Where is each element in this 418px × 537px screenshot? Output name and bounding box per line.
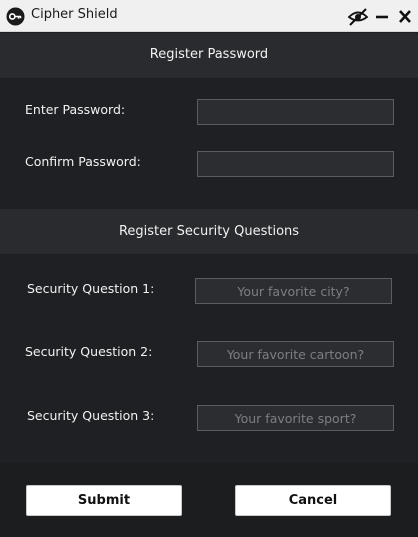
confirm-password-field[interactable] xyxy=(197,151,394,177)
enter-password-field[interactable] xyxy=(197,99,394,125)
enter-password-label: Enter Password: xyxy=(25,102,126,117)
security-questions-header: Register Security Questions xyxy=(0,209,418,254)
close-icon[interactable] xyxy=(397,7,413,26)
security-question-3-label: Security Question 3: xyxy=(27,408,155,423)
title-bar: Cipher Shield xyxy=(0,0,418,32)
security-question-3-field[interactable] xyxy=(197,405,394,431)
security-question-1-label: Security Question 1: xyxy=(27,281,155,296)
register-password-header: Register Password xyxy=(0,33,418,78)
security-question-2-field[interactable] xyxy=(197,341,394,367)
key-icon xyxy=(6,7,25,26)
security-question-2-label: Security Question 2: xyxy=(25,344,153,359)
eye-off-icon[interactable] xyxy=(347,7,369,26)
minimize-icon[interactable] xyxy=(374,7,390,26)
security-question-1-field[interactable] xyxy=(195,278,392,304)
submit-button[interactable]: Submit xyxy=(26,485,182,516)
cancel-button[interactable]: Cancel xyxy=(235,485,391,516)
confirm-password-label: Confirm Password: xyxy=(25,154,141,169)
window-title: Cipher Shield xyxy=(31,7,118,22)
